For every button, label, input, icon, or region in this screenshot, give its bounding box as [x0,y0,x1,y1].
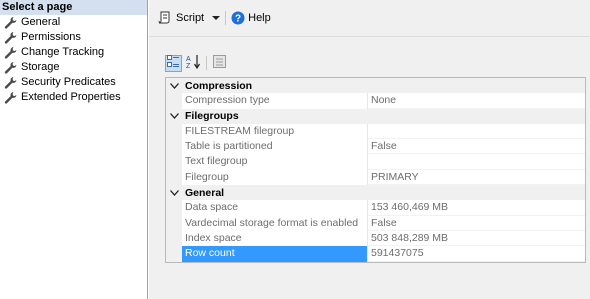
property-name: Compression type [182,93,368,109]
dialog-toolbar: Script ? Help [149,0,590,37]
property-name: Text filegroup [182,154,368,170]
row-gutter [166,169,182,186]
property-pages-button[interactable] [211,55,228,72]
row-gutter [166,246,182,262]
page-selector-header: Select a page [0,0,147,15]
help-button[interactable]: ? Help [231,11,271,25]
row-gutter [166,123,182,140]
property-row[interactable]: Vardecimal storage format is enabled Fals… [166,215,585,231]
category-row[interactable]: Filegroups [166,108,585,124]
collapse-chevron-icon[interactable] [166,185,182,201]
script-label: Script [176,12,205,24]
category-title: Filegroups [185,110,239,123]
svg-text:Z: Z [186,63,191,69]
grid-toolbar-separator [206,56,207,70]
category-title: General [185,186,225,199]
property-row[interactable]: Data space 153 460,469 MB [166,200,585,216]
property-grid: Compression Compression type None Filegroup… [165,77,586,263]
property-value[interactable]: 503 848,289 MB [368,231,585,247]
page-item-label: Extended Properties [21,91,121,103]
categorized-icon [167,55,180,71]
page-item-extended-properties[interactable]: Extended Properties [0,90,147,105]
wrench-icon [4,16,18,29]
row-gutter [166,139,182,155]
property-name: Filegroup [182,169,368,186]
collapse-chevron-icon[interactable] [166,78,182,94]
alphabetical-sort-icon: A Z [186,54,201,72]
page-selector-pane: Select a page General Permissions Change T… [0,0,148,299]
page-item-label: General [21,16,61,28]
script-button[interactable]: Script [157,10,204,26]
category-title: Compression [185,79,253,92]
page-item-label: Storage [21,61,60,73]
property-name: Data space [182,200,368,216]
script-dropdown-icon[interactable] [212,13,221,23]
page-item-permissions[interactable]: Permissions [0,30,147,45]
row-gutter [166,215,182,231]
help-label: Help [248,12,271,24]
property-name: Row count [182,246,368,262]
property-grid-rows: Compression Compression type None Filegroup… [166,78,585,262]
page-item-label: Permissions [21,31,81,43]
page-item-storage[interactable]: Storage [0,60,147,75]
row-gutter [166,93,182,109]
wrench-icon [4,46,18,59]
property-value[interactable] [368,154,585,170]
property-row[interactable]: FILESTREAM filegroup [166,123,585,140]
property-grid-toolbar: A Z [165,53,231,73]
svg-text:A: A [186,56,191,63]
page-item-label: Change Tracking [21,46,105,58]
wrench-icon [4,61,18,74]
row-gutter [166,230,182,247]
alphabetical-button[interactable]: A Z [185,55,202,72]
category-row[interactable]: Compression [166,78,585,94]
property-value[interactable]: None [368,93,585,109]
property-name: Index space [182,230,368,247]
property-name: Table is partitioned [182,139,368,155]
page-item-label: Security Predicates [21,76,116,88]
collapse-chevron-icon[interactable] [166,108,182,124]
property-row[interactable]: Index space 503 848,289 MB [166,230,585,247]
property-row[interactable]: Row count 591437075 [166,246,585,262]
toolbar-separator [225,11,227,25]
property-pages-icon [213,55,226,71]
wrench-icon [4,31,18,44]
help-icon: ? [231,11,245,25]
property-name: FILESTREAM filegroup [182,123,368,140]
script-icon [157,10,173,26]
property-value[interactable]: 591437075 [368,246,585,262]
category-row[interactable]: General [166,185,585,201]
property-row[interactable]: Text filegroup [166,154,585,170]
property-name: Vardecimal storage format is enabled [182,215,368,231]
categorized-button[interactable] [165,54,182,72]
page-item-general[interactable]: General [0,15,147,30]
page-item-change-tracking[interactable]: Change Tracking [0,45,147,60]
property-value[interactable]: PRIMARY [368,170,585,186]
page-list: General Permissions Change Tracking Storage… [0,15,147,105]
row-gutter [166,200,182,216]
properties-pane: Script ? Help A Z Compression Compressio… [149,0,590,299]
page-item-security-predicates[interactable]: Security Predicates [0,75,147,90]
svg-text:?: ? [235,14,241,25]
wrench-icon [4,76,18,89]
property-row[interactable]: Table is partitioned False [166,139,585,155]
property-value[interactable]: 153 460,469 MB [368,200,585,216]
wrench-icon [4,91,18,104]
property-value[interactable]: False [368,216,585,231]
property-value[interactable] [368,124,585,140]
property-row[interactable]: Filegroup PRIMARY [166,169,585,186]
property-value[interactable]: False [368,139,585,155]
property-row[interactable]: Compression type None [166,93,585,109]
row-gutter [166,154,182,170]
